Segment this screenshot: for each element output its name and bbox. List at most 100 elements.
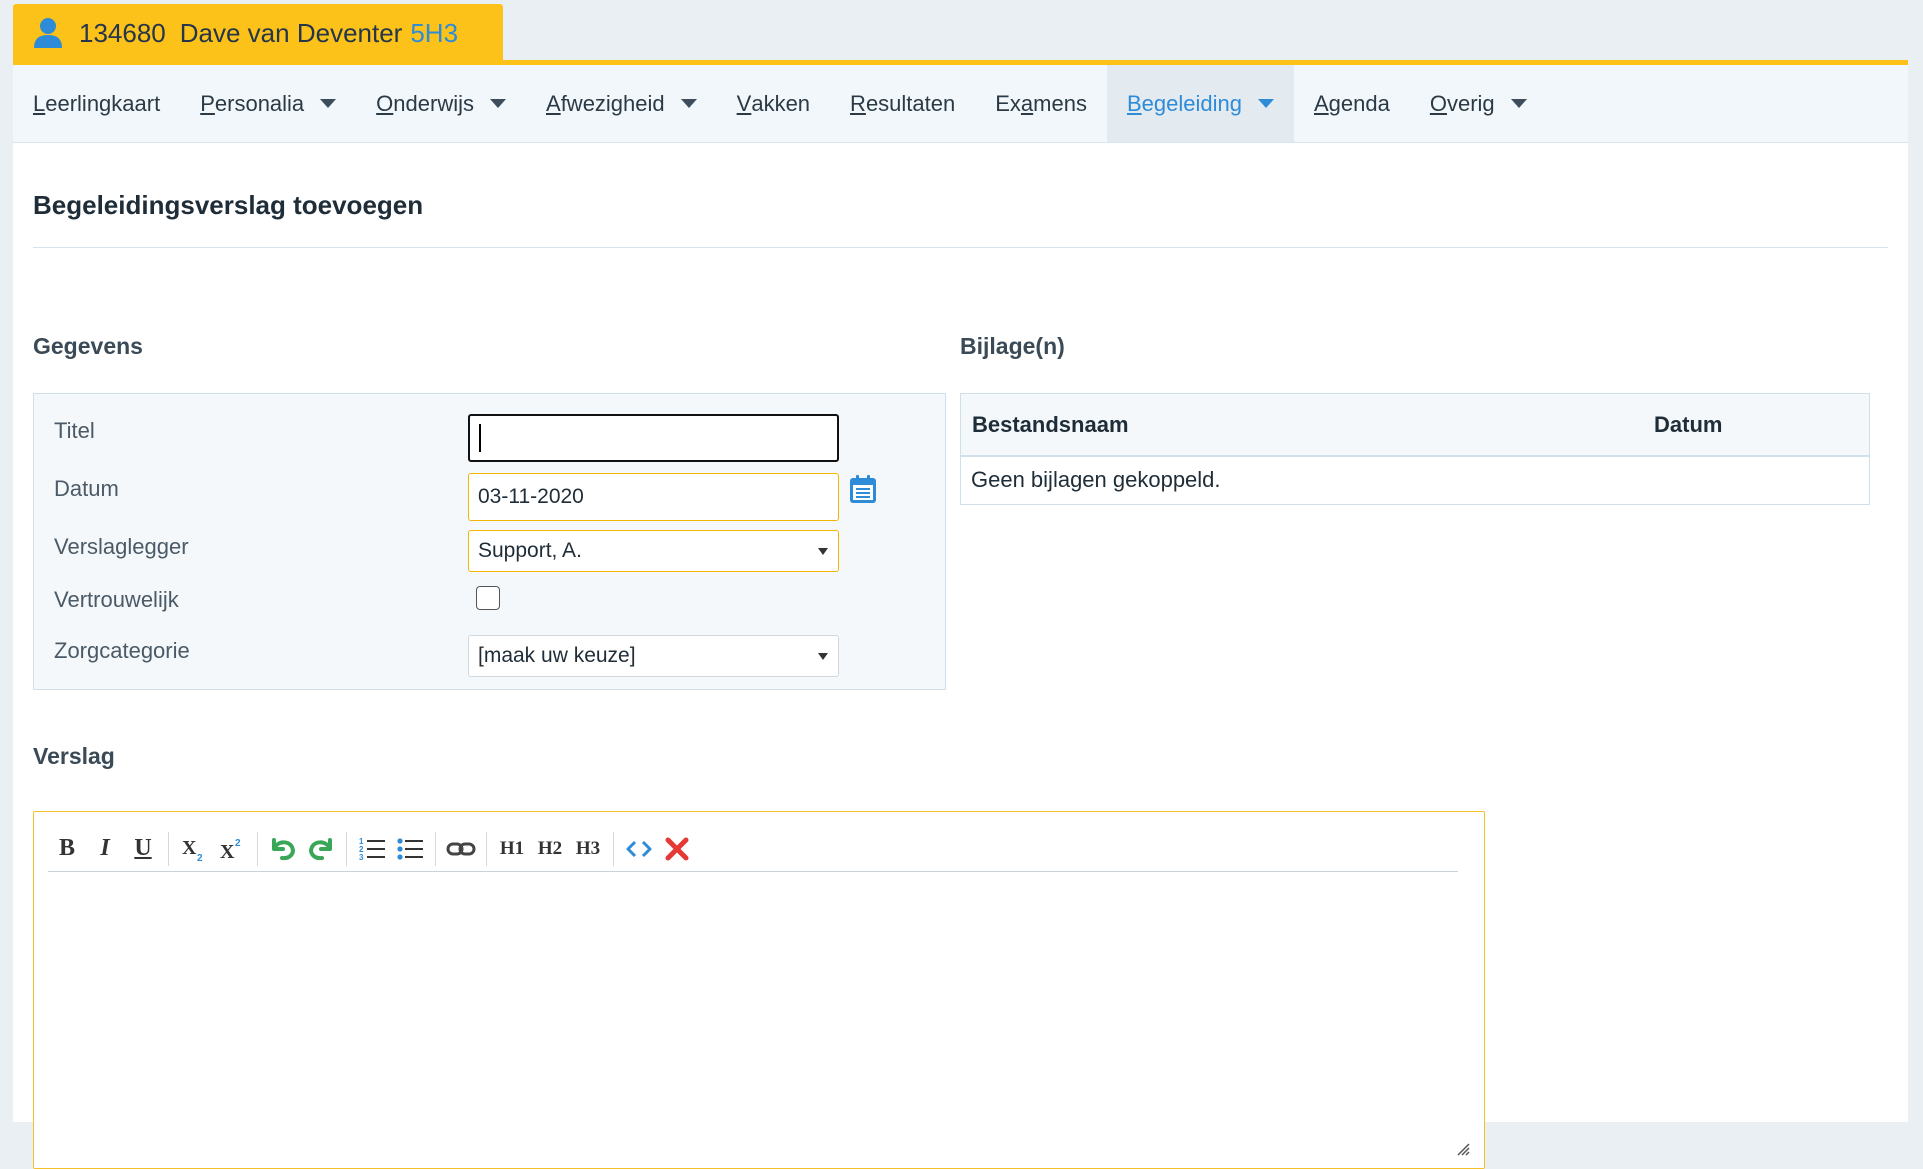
undo-button[interactable] bbox=[264, 831, 302, 867]
nav-label: fwezigheid bbox=[560, 90, 665, 116]
titel-input[interactable] bbox=[468, 414, 839, 462]
nav-overig[interactable]: Overig bbox=[1410, 65, 1547, 142]
superscript-icon: X 2 bbox=[220, 838, 241, 862]
ordered-list-icon: 1 2 3 bbox=[359, 837, 385, 862]
caret-down-icon bbox=[490, 99, 506, 108]
subscript-button[interactable]: X 2 bbox=[175, 831, 213, 867]
select-arrow-icon bbox=[818, 652, 828, 660]
nav-label-underline: A bbox=[546, 90, 561, 116]
zorgcategorie-select[interactable]: [maak uw keuze] bbox=[468, 635, 839, 677]
col-bestandsnaam[interactable]: Bestandsnaam bbox=[961, 412, 1654, 438]
subscript-icon: X 2 bbox=[182, 837, 203, 862]
nav-label: akken bbox=[751, 90, 811, 116]
nav-label: nderwijs bbox=[393, 90, 474, 116]
calendar-icon[interactable] bbox=[849, 474, 877, 504]
toolbar-divider bbox=[168, 831, 169, 866]
datum-value: 03-11-2020 bbox=[478, 485, 584, 508]
nav-label: mens bbox=[1033, 90, 1087, 116]
h3-button[interactable]: H3 bbox=[569, 831, 607, 867]
nav-label: esultaten bbox=[865, 90, 956, 116]
h2-button[interactable]: H2 bbox=[531, 831, 569, 867]
caret-down-icon bbox=[680, 99, 697, 108]
svg-text:X: X bbox=[182, 837, 197, 859]
source-code-button[interactable] bbox=[620, 831, 658, 867]
nav-label-underline: A bbox=[1313, 90, 1329, 116]
nav-begeleiding[interactable]: Begeleiding bbox=[1106, 65, 1294, 142]
nav-examens[interactable]: Ex a mens bbox=[975, 65, 1107, 142]
app: 134680 Dave van Deventer 5H3 Leerlingkaa… bbox=[13, 0, 1908, 1169]
link-button[interactable] bbox=[442, 831, 480, 867]
nav-label: genda bbox=[1328, 90, 1390, 116]
italic-button[interactable]: I bbox=[86, 831, 124, 867]
bullet-list-icon bbox=[397, 837, 423, 860]
nav-label-underline: V bbox=[736, 90, 752, 116]
nav-label: ersonalia bbox=[214, 90, 305, 116]
nav-leerlingkaart[interactable]: Leerlingkaart bbox=[13, 65, 180, 142]
toolbar-divider bbox=[346, 831, 347, 866]
text-cursor bbox=[479, 424, 481, 452]
zorgcategorie-label: Zorgcategorie bbox=[54, 638, 190, 663]
verslag-heading: Verslag bbox=[33, 743, 115, 769]
nav-label: verig bbox=[1446, 90, 1495, 116]
vertrouwelijk-checkbox[interactable] bbox=[476, 586, 500, 610]
nav-vakken[interactable]: Vakken bbox=[717, 65, 830, 142]
redo-button[interactable] bbox=[302, 831, 340, 867]
bijlagen-table: Bestandsnaam Datum Geen bijlagen gekoppe… bbox=[960, 393, 1870, 505]
editor-content[interactable] bbox=[48, 876, 1468, 1146]
student-header-tab[interactable]: 134680 Dave van Deventer 5H3 bbox=[13, 4, 503, 62]
nav-personalia[interactable]: Personalia bbox=[180, 65, 356, 142]
nav-onderwijs[interactable]: Onderwijs bbox=[356, 65, 526, 142]
nav-label: Ex bbox=[995, 90, 1021, 116]
undo-icon bbox=[272, 837, 295, 860]
student-id: 134680 bbox=[79, 17, 166, 48]
person-icon bbox=[34, 18, 62, 48]
nav-label-underline: R bbox=[850, 90, 866, 116]
toolbar-divider bbox=[613, 831, 614, 866]
main-panel: Leerlingkaart Personalia Onderwijs Afwez… bbox=[13, 60, 1908, 1169]
nav-afwezigheid[interactable]: Afwezigheid bbox=[526, 65, 717, 142]
close-icon bbox=[665, 837, 689, 860]
svg-text:2: 2 bbox=[235, 838, 241, 849]
datum-input[interactable]: 03-11-2020 bbox=[468, 473, 839, 521]
select-arrow-icon bbox=[818, 547, 828, 555]
svg-text:3: 3 bbox=[359, 853, 364, 862]
nav-label-underline: O bbox=[1429, 90, 1447, 116]
datum-label: Datum bbox=[54, 476, 119, 501]
student-class: 5H3 bbox=[410, 17, 459, 48]
verslaglegger-value: Support, A. bbox=[478, 539, 582, 562]
verslag-editor[interactable]: B I U X 2 X 2 1 2 3 H1 H2 H3 bbox=[33, 811, 1485, 1169]
bijlagen-table-header: Bestandsnaam Datum bbox=[961, 394, 1869, 457]
superscript-button[interactable]: X 2 bbox=[213, 831, 251, 867]
nav-label: egeleiding bbox=[1141, 90, 1242, 116]
zorgcategorie-value: [maak uw keuze] bbox=[478, 644, 636, 667]
bold-button[interactable]: B bbox=[48, 831, 86, 867]
toolbar-divider bbox=[435, 831, 436, 866]
nav-label-underline: L bbox=[33, 90, 46, 116]
nav-resultaten[interactable]: Resultaten bbox=[830, 65, 975, 142]
caret-down-icon bbox=[320, 99, 337, 108]
page-title: Begeleidingsverslag toevoegen bbox=[33, 148, 1888, 248]
nav-agenda[interactable]: Agenda bbox=[1294, 65, 1410, 142]
resize-handle-icon[interactable] bbox=[1456, 1142, 1470, 1156]
link-icon bbox=[446, 842, 476, 855]
underline-button[interactable]: U bbox=[124, 831, 162, 867]
svg-text:X: X bbox=[220, 841, 235, 862]
gegevens-heading: Gegevens bbox=[33, 333, 143, 359]
redo-icon bbox=[309, 837, 332, 860]
bijlagen-heading: Bijlage(n) bbox=[960, 333, 1065, 359]
nav-label-underline: a bbox=[1020, 90, 1034, 116]
h1-button[interactable]: H1 bbox=[493, 831, 531, 867]
col-datum[interactable]: Datum bbox=[1654, 412, 1722, 438]
nav-label-underline: B bbox=[1126, 90, 1142, 116]
nav-label: eerlingkaart bbox=[45, 90, 161, 116]
bijlagen-empty-text: Geen bijlagen gekoppeld. bbox=[971, 467, 1221, 492]
svg-text:2: 2 bbox=[197, 853, 203, 862]
verslaglegger-select[interactable]: Support, A. bbox=[468, 530, 839, 572]
titel-label: Titel bbox=[54, 418, 95, 443]
vertrouwelijk-label: Vertrouwelijk bbox=[54, 587, 179, 612]
bullet-list-button[interactable] bbox=[391, 831, 429, 867]
nav-label-underline: O bbox=[376, 90, 394, 116]
remove-format-button[interactable] bbox=[658, 831, 696, 867]
gegevens-form: Titel Datum 03-11-2020 Verslaglegger Sup… bbox=[33, 393, 946, 690]
ordered-list-button[interactable]: 1 2 3 bbox=[353, 831, 391, 867]
